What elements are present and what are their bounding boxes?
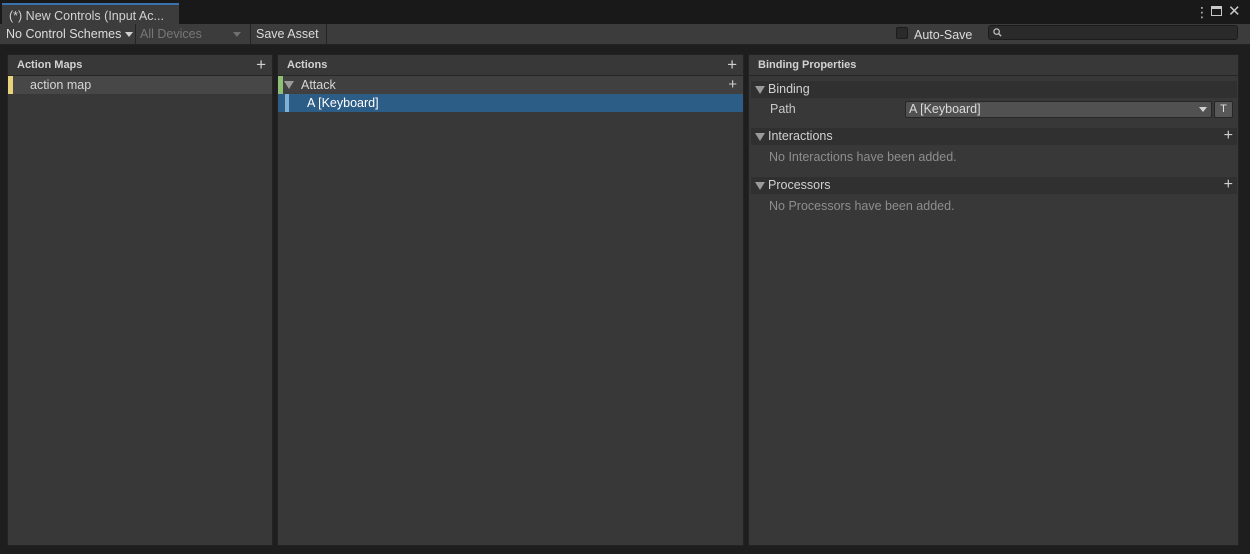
add-binding-icon[interactable]: + xyxy=(728,75,737,94)
actions-title: Actions xyxy=(287,59,328,71)
interactions-empty-note: No Interactions have been added. xyxy=(769,150,957,164)
auto-save-checkbox[interactable] xyxy=(896,27,908,39)
binding-section-header[interactable]: Binding xyxy=(751,81,1237,98)
search-input[interactable] xyxy=(988,25,1238,40)
auto-save-label: Auto-Save xyxy=(914,28,973,42)
processors-section-title: Processors xyxy=(768,178,831,192)
chevron-down-icon xyxy=(233,32,241,37)
save-asset-button[interactable]: Save Asset xyxy=(251,24,324,44)
maximize-icon[interactable] xyxy=(1211,6,1222,16)
path-dropdown[interactable]: A [Keyboard] xyxy=(905,101,1212,118)
chevron-down-icon xyxy=(125,32,134,38)
binding-section-title: Binding xyxy=(768,82,810,96)
binding-properties-header: Binding Properties xyxy=(749,55,1238,76)
devices-dropdown[interactable]: All Devices xyxy=(135,24,247,44)
binding-properties-panel: Binding Properties Binding Path A [Keybo… xyxy=(748,54,1239,546)
control-schemes-label: No Control Schemes xyxy=(6,27,122,41)
add-interaction-icon[interactable]: + xyxy=(1224,126,1233,145)
path-label: Path xyxy=(770,102,796,116)
expand-triangle-icon xyxy=(755,86,765,94)
window-tab[interactable]: (*) New Controls (Input Ac... xyxy=(2,3,179,24)
devices-label: All Devices xyxy=(140,27,202,41)
action-maps-header: Action Maps + xyxy=(8,55,272,76)
interactions-section-header[interactable]: Interactions + xyxy=(751,126,1237,145)
more-vertical-icon[interactable]: ⋮ xyxy=(1195,5,1209,19)
action-maps-title: Action Maps xyxy=(17,59,83,71)
toolbar-divider xyxy=(326,24,327,44)
action-map-color-stripe xyxy=(8,76,13,94)
search-icon xyxy=(993,28,1002,37)
add-processor-icon[interactable]: + xyxy=(1224,175,1233,194)
actions-panel: Actions + Attack + A [Keyboard] xyxy=(277,54,744,546)
interactions-section-title: Interactions xyxy=(768,129,833,143)
action-color-stripe xyxy=(278,76,283,94)
expand-triangle-icon xyxy=(755,182,765,190)
binding-item[interactable]: A [Keyboard] xyxy=(278,94,743,112)
expand-triangle-icon xyxy=(755,133,765,141)
binding-properties-title: Binding Properties xyxy=(758,59,857,71)
tab-bar: (*) New Controls (Input Ac... ⋮ ✕ xyxy=(0,0,1250,24)
text-mode-button[interactable]: T xyxy=(1214,101,1233,118)
actions-header: Actions + xyxy=(278,55,743,76)
action-map-label: action map xyxy=(30,78,92,92)
action-label: Attack xyxy=(301,78,336,92)
action-map-item[interactable]: action map xyxy=(8,76,272,94)
close-icon[interactable]: ✕ xyxy=(1228,4,1241,19)
action-maps-panel: Action Maps + action map xyxy=(7,54,273,546)
control-schemes-dropdown[interactable]: No Control Schemes xyxy=(1,24,138,44)
processors-empty-note: No Processors have been added. xyxy=(769,199,955,213)
binding-label: A [Keyboard] xyxy=(307,96,379,110)
chevron-down-icon xyxy=(1199,107,1207,112)
plus-icon[interactable]: + xyxy=(727,55,737,74)
expand-triangle-icon[interactable] xyxy=(284,81,294,89)
action-item[interactable]: Attack + xyxy=(278,76,743,94)
plus-icon[interactable]: + xyxy=(256,55,266,74)
binding-color-stripe xyxy=(285,94,289,112)
path-value: A [Keyboard] xyxy=(909,102,981,116)
processors-section-header[interactable]: Processors + xyxy=(751,175,1237,194)
